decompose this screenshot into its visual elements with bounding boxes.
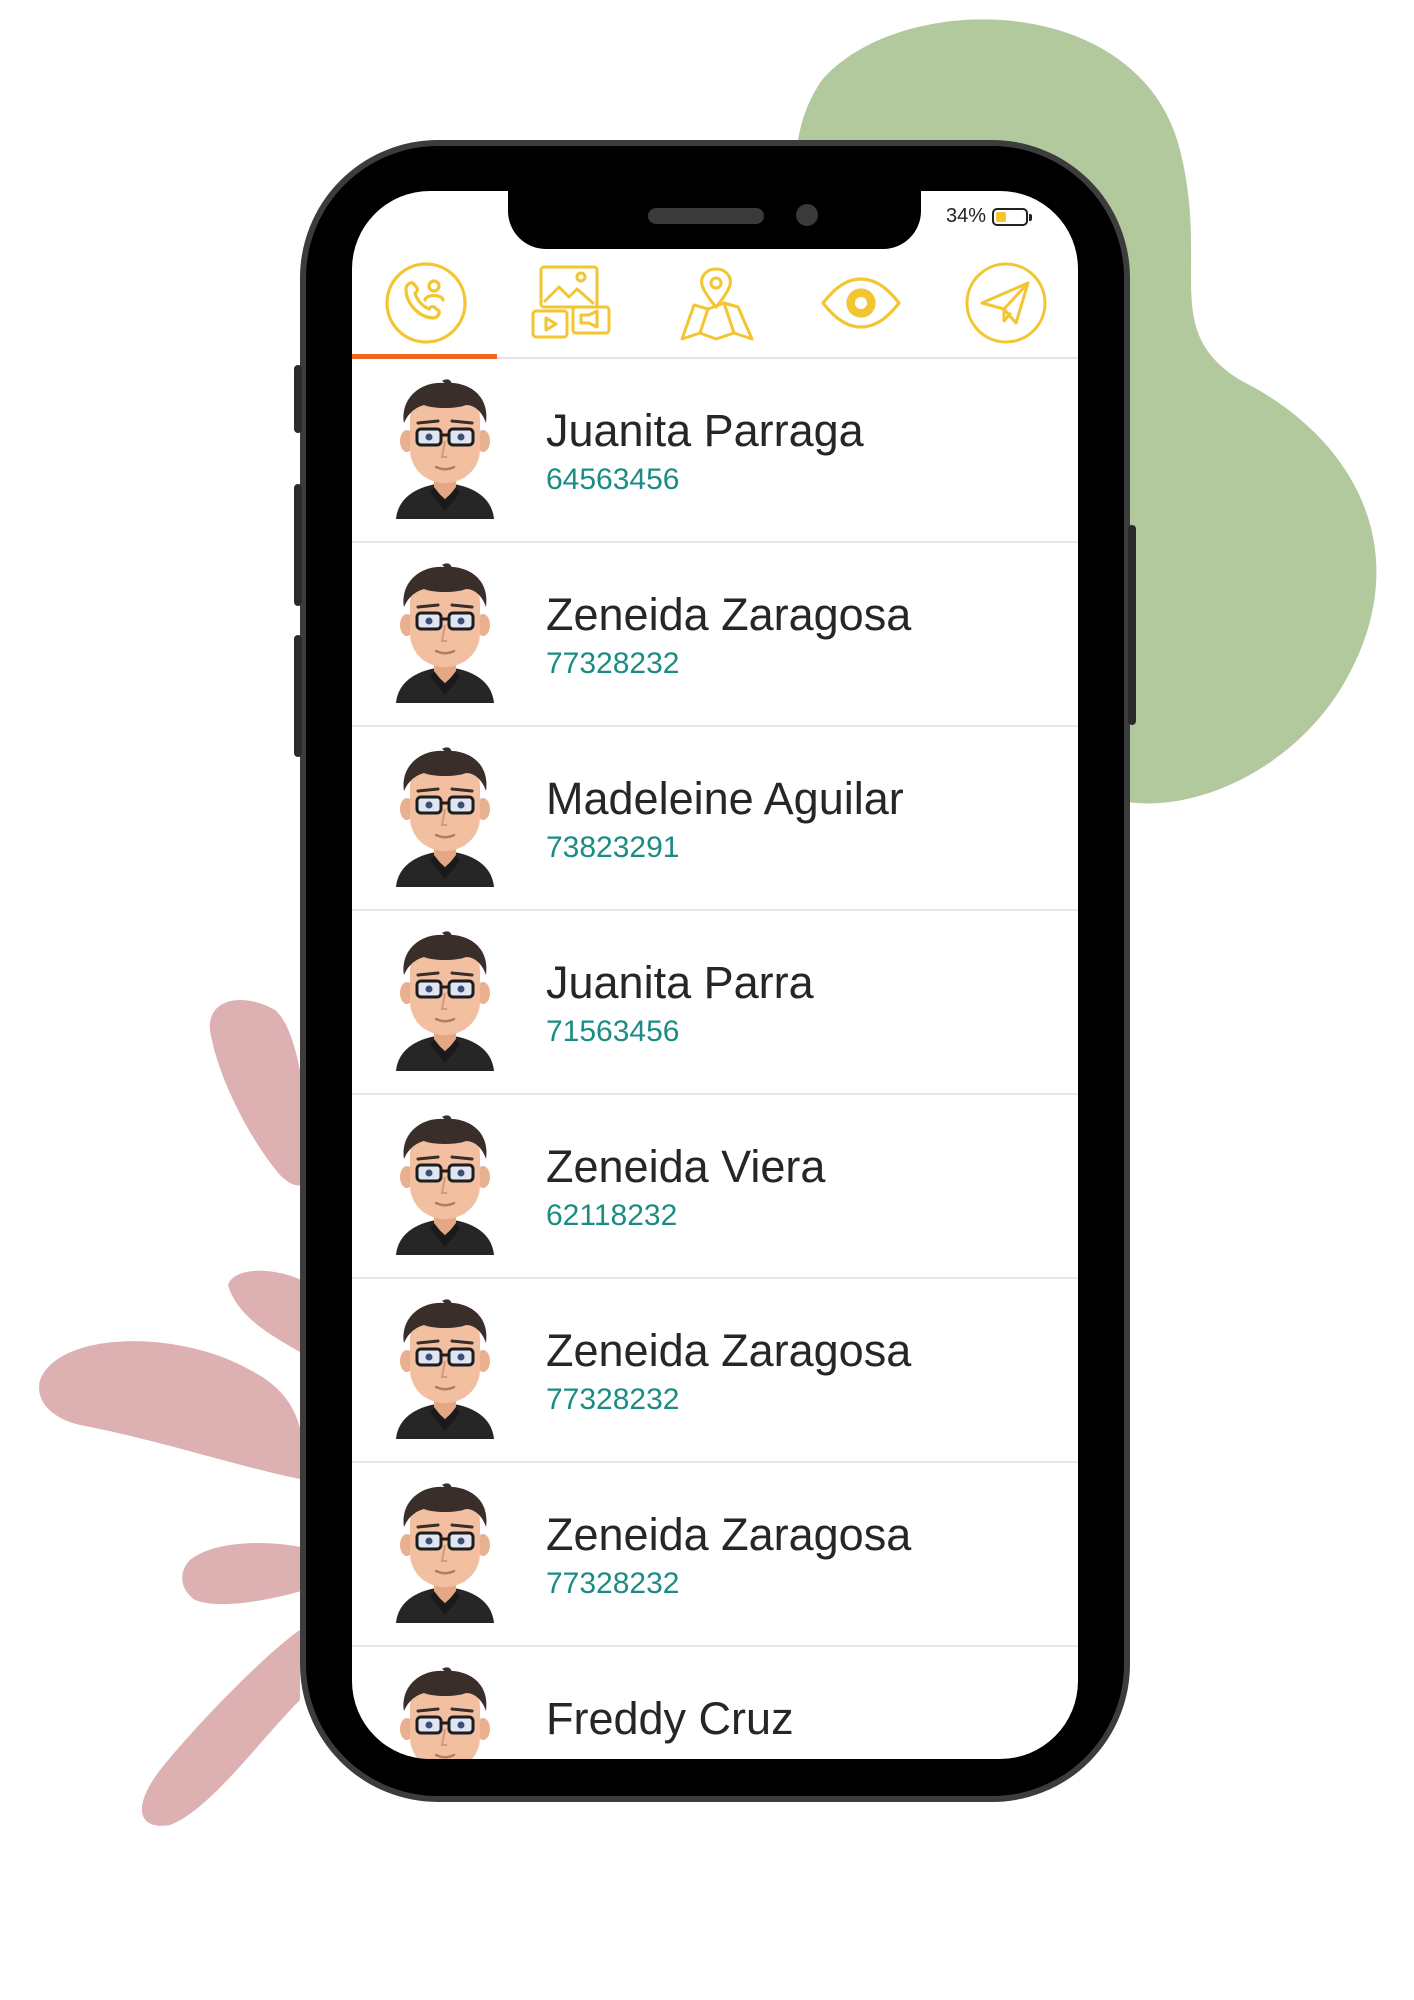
- contact-row[interactable]: Zeneida Viera 62118232: [352, 1095, 1078, 1279]
- tab-bar: [352, 249, 1078, 359]
- contact-phone: 77328232: [546, 1567, 680, 1600]
- pink-splash-2: [228, 1270, 305, 1355]
- battery-percent: 34%: [945, 205, 986, 227]
- avatar: [396, 563, 494, 703]
- contact-name: Zeneida Zaragosa: [546, 1509, 912, 1560]
- avatar: [396, 379, 494, 519]
- pink-splash-4: [182, 1543, 305, 1605]
- contact-row[interactable]: Zeneida Zaragosa 77328232: [352, 1279, 1078, 1463]
- tab-view[interactable]: [787, 249, 932, 357]
- tab-send[interactable]: [932, 249, 1077, 357]
- contact-row[interactable]: Freddy Cruz: [352, 1647, 1078, 1759]
- tab-media[interactable]: [497, 249, 642, 357]
- contact-phone: 71563456: [546, 1015, 680, 1048]
- volume-down-button: [294, 635, 302, 757]
- contact-row[interactable]: Zeneida Zaragosa 77328232: [352, 543, 1078, 727]
- contact-row[interactable]: Juanita Parraga 64563456: [352, 359, 1078, 543]
- contact-phone: 77328232: [546, 1383, 680, 1416]
- speaker-grille: [648, 208, 764, 224]
- pink-splash-5: [141, 1630, 300, 1826]
- contact-phone: 73823291: [546, 831, 680, 864]
- contact-name: Madeleine Aguilar: [546, 773, 904, 824]
- notch: [508, 191, 921, 249]
- mute-switch: [294, 365, 302, 433]
- avatar: [396, 931, 494, 1071]
- avatar: [400, 1667, 490, 1759]
- tab-calls[interactable]: [352, 249, 497, 359]
- media-gallery-icon: [531, 265, 611, 339]
- contact-row[interactable]: Zeneida Zaragosa 77328232: [352, 1463, 1078, 1647]
- volume-up-button: [294, 484, 302, 606]
- paper-plane-icon: [965, 262, 1047, 344]
- contact-name: Juanita Parraga: [546, 405, 864, 456]
- contact-name: Zeneida Viera: [546, 1141, 826, 1192]
- avatar: [396, 1299, 494, 1439]
- power-button: [1128, 525, 1136, 725]
- front-camera: [796, 204, 818, 226]
- contact-name: Zeneida Zaragosa: [546, 589, 912, 640]
- status-bar: 34%: [945, 205, 1032, 228]
- map-location-icon: [680, 267, 754, 341]
- pink-splash-3: [39, 1341, 306, 1480]
- contact-phone: 64563456: [546, 463, 680, 496]
- avatar: [396, 1115, 494, 1255]
- contact-name: Freddy Cruz: [546, 1693, 794, 1744]
- battery-icon: [992, 207, 1032, 226]
- contact-name: Zeneida Zaragosa: [546, 1325, 912, 1376]
- contact-phone: 77328232: [546, 647, 680, 680]
- avatar: [396, 1483, 494, 1623]
- pink-splash-1: [209, 1000, 310, 1186]
- phone-screen: 34% Juanita Parraga 64563456 Zeneida Zar…: [352, 191, 1078, 1759]
- contact-row[interactable]: Juanita Parra 71563456: [352, 911, 1078, 1095]
- contact-row[interactable]: Madeleine Aguilar 73823291: [352, 727, 1078, 911]
- tab-map[interactable]: [642, 249, 787, 357]
- phone-contact-icon: [385, 262, 467, 344]
- battery-level: [996, 211, 1006, 222]
- contact-phone: 62118232: [546, 1199, 678, 1232]
- contact-name: Juanita Parra: [546, 957, 814, 1008]
- contact-list: Juanita Parraga 64563456 Zeneida Zaragosa…: [352, 359, 1078, 1759]
- eye-icon: [821, 277, 901, 329]
- avatar: [396, 747, 494, 887]
